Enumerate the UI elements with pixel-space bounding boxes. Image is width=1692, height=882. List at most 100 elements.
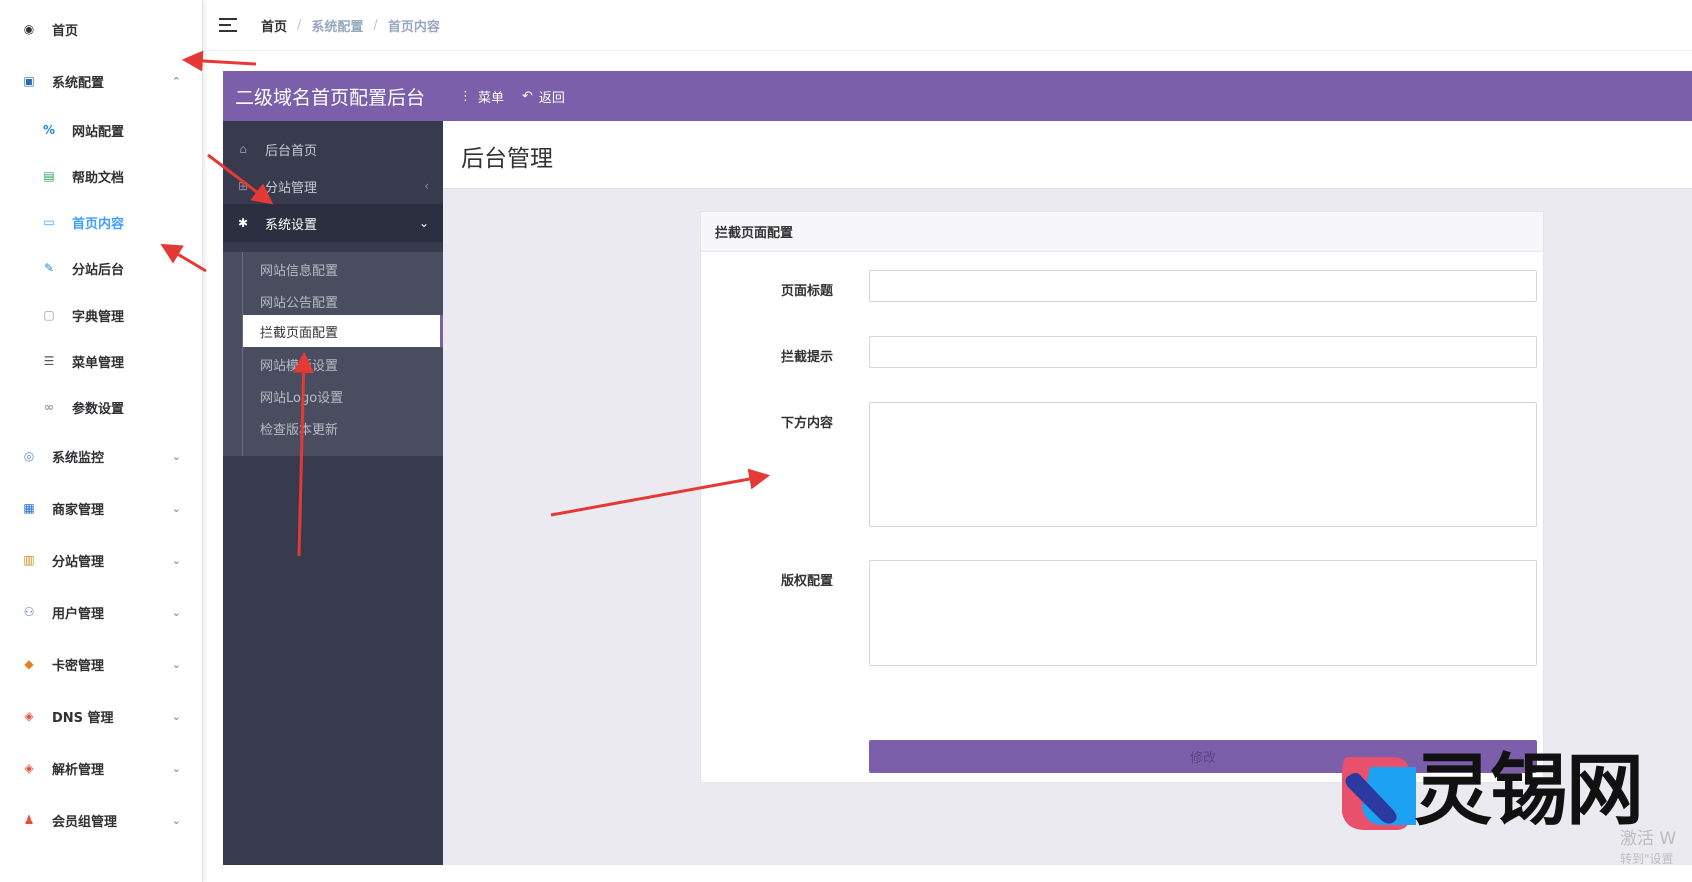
block-tip-input[interactable]: [869, 336, 1537, 368]
panel-title: 二级域名首页配置后台: [235, 86, 426, 109]
monitor-camera-icon: ◎: [23, 449, 35, 463]
panel-sidebar-label: 分站管理: [265, 180, 318, 196]
gear-icon: ✱: [237, 216, 249, 230]
back-button-label: 返回: [538, 90, 565, 106]
submenu-item-site-info[interactable]: 网站信息配置: [243, 252, 443, 286]
windows-activate-subtitle: 转到"设置: [1620, 852, 1674, 866]
panel-sidebar-item-dashboard[interactable]: ⌂ 后台首页: [223, 129, 443, 169]
breadcrumb-home[interactable]: 首页: [261, 16, 287, 35]
sidebar-item-7[interactable]: ☰ 菜单管理: [0, 346, 202, 376]
submenu-item-block-page[interactable]: 拦截页面配置: [243, 315, 443, 347]
sidebar-item-8[interactable]: ∞ 参数设置: [0, 392, 202, 422]
sidebar-item-5[interactable]: ✎ 分站后台: [0, 253, 202, 283]
chevron-down-icon: ⌄: [171, 709, 181, 723]
monitor-icon: ▭: [43, 215, 55, 229]
sidebar-item-label: 系统监控: [52, 450, 105, 466]
store-icon: ▦: [23, 501, 35, 515]
panel-sidebar: ⌂ 后台首页 ⊞ 分站管理 ‹ ✱ 系统设置 ⌄ 网站信息配置 网站公告配置 拦…: [223, 121, 443, 865]
chevron-down-icon: ⌄: [171, 553, 181, 567]
sidebar-item-label: 字典管理: [72, 309, 125, 325]
panel-sidebar-label: 后台首页: [265, 143, 318, 159]
sidebar-item-3[interactable]: ▤ 帮助文档: [0, 161, 202, 191]
clipboard-icon: ▤: [43, 169, 55, 183]
sidebar-item-10[interactable]: ▦ 商家管理 ⌄: [0, 493, 202, 523]
chevron-down-icon: ⌄: [418, 216, 429, 230]
home-icon: ⌂: [239, 142, 247, 156]
sidebar-item-6[interactable]: ▢ 字典管理: [0, 300, 202, 330]
sidebar-item-14[interactable]: ◈ DNS 管理 ⌄: [0, 701, 202, 731]
page-title-input[interactable]: [869, 270, 1537, 302]
sidebar-item-label: DNS 管理: [52, 710, 114, 726]
sidebar-item-label: 首页: [52, 23, 79, 39]
breadcrumb-separator: /: [373, 17, 378, 33]
content-header: 后台管理: [443, 121, 1692, 189]
sidebar-item-1[interactable]: ▣ 系统配置 ⌃: [0, 66, 202, 96]
lingxi-logo-icon: [1342, 757, 1416, 830]
top-navbar: 首页 / 系统配置 / 首页内容: [203, 0, 1692, 51]
edit-doc-icon: ✎: [43, 261, 55, 275]
sidebar-item-label: 系统配置: [52, 75, 105, 91]
sidebar-item-16[interactable]: ♟ 会员组管理 ⌄: [0, 805, 202, 835]
sidebar-item-label: 商家管理: [52, 502, 105, 518]
panel-header: 二级域名首页配置后台 ⋮ 菜单 ↶ 返回: [223, 71, 1692, 121]
sidebar-item-0[interactable]: ◉ 首页: [0, 14, 202, 44]
submenu-item-site-notice[interactable]: 网站公告配置: [243, 284, 443, 318]
submenu-item-site-template[interactable]: 网站模板设置: [243, 347, 443, 381]
dns-resolve-icon: ◈: [24, 761, 34, 775]
percent-icon: %: [42, 123, 56, 137]
chevron-left-icon: ‹: [424, 179, 429, 193]
sidebar-item-2[interactable]: % 网站配置: [0, 115, 202, 145]
sidebar-item-11[interactable]: ▥ 分站管理 ⌄: [0, 545, 202, 575]
link-icon: ∞: [44, 400, 54, 414]
lingxi-logo-text: 灵锡网: [1414, 746, 1644, 836]
breadcrumb-separator: /: [297, 17, 302, 33]
sidebar-item-label: 会员组管理: [52, 814, 118, 830]
block-page-config-card: 拦截页面配置 页面标题 拦截提示 下方内容 版权配置 修改: [700, 211, 1544, 783]
copyright-textarea[interactable]: [869, 560, 1537, 666]
dictionary-icon: ▢: [43, 308, 55, 322]
sidebar-item-4[interactable]: ▭ 首页内容: [0, 207, 202, 237]
sidebar-item-label: 菜单管理: [72, 355, 125, 371]
sidebar-item-12[interactable]: ⚇ 用户管理 ⌄: [0, 597, 202, 627]
panel-sidebar-item-substations[interactable]: ⊞ 分站管理 ‹: [223, 166, 443, 206]
bottom-content-textarea[interactable]: [869, 402, 1537, 527]
sidebar-item-9[interactable]: ◎ 系统监控 ⌄: [0, 441, 202, 471]
chevron-down-icon: ⌄: [171, 449, 181, 463]
card-title: 拦截页面配置: [701, 212, 1543, 252]
chevron-down-icon: ⌄: [171, 657, 181, 671]
member-group-icon: ♟: [23, 813, 35, 827]
sitemap-icon: ⊞: [237, 179, 249, 193]
sidebar-item-label: 分站后台: [72, 262, 125, 278]
field-label-page-title: 页面标题: [781, 284, 834, 299]
field-label-block-tip: 拦截提示: [781, 350, 834, 365]
sidebar-item-label: 帮助文档: [72, 170, 125, 186]
chevron-down-icon: ⌄: [171, 761, 181, 775]
substation-icon: ▥: [23, 553, 35, 567]
field-label-copyright: 版权配置: [781, 574, 834, 589]
dashboard-icon: ◉: [23, 22, 35, 36]
menu-button[interactable]: ⋮ 菜单: [459, 87, 504, 106]
sidebar-item-label: 参数设置: [72, 401, 125, 417]
sidebar-item-15[interactable]: ◈ 解析管理 ⌄: [0, 753, 202, 783]
chevron-down-icon: ⌄: [171, 501, 181, 515]
sidebar-item-label: 解析管理: [52, 762, 105, 778]
breadcrumb-home-content: 首页内容: [387, 19, 440, 35]
sidebar-item-label: 用户管理: [52, 606, 105, 622]
windows-activate-title: 激活 W: [1620, 829, 1677, 849]
hamburger-menu-icon[interactable]: [219, 18, 237, 32]
back-button[interactable]: ↶ 返回: [522, 87, 565, 106]
users-icon: ⚇: [23, 605, 35, 619]
sidebar-item-label: 卡密管理: [52, 658, 105, 674]
chevron-up-icon: ⌃: [171, 74, 181, 88]
sidebar-item-label: 首页内容: [72, 216, 125, 232]
submenu-item-site-logo[interactable]: 网站Logo设置: [243, 379, 443, 413]
breadcrumb-system-config: 系统配置: [311, 19, 364, 35]
outer-sidebar: ◉ 首页 ▣ 系统配置 ⌃% 网站配置 ▤ 帮助文档 ▭ 首页内容 ✎ 分站后台 ▢ 字典管理 ☰ 菜单管理 ∞…: [0, 0, 203, 882]
vertical-dots-icon: ⋮: [459, 88, 472, 104]
panel-sidebar-item-system-settings[interactable]: ✱ 系统设置 ⌄: [223, 204, 443, 242]
submenu-item-check-update[interactable]: 检查版本更新: [243, 411, 443, 445]
sidebar-item-13[interactable]: ◆ 卡密管理 ⌄: [0, 649, 202, 679]
box-icon: ◆: [24, 657, 34, 671]
chevron-down-icon: ⌄: [171, 813, 181, 827]
panel-sidebar-label: 系统设置: [265, 217, 318, 233]
